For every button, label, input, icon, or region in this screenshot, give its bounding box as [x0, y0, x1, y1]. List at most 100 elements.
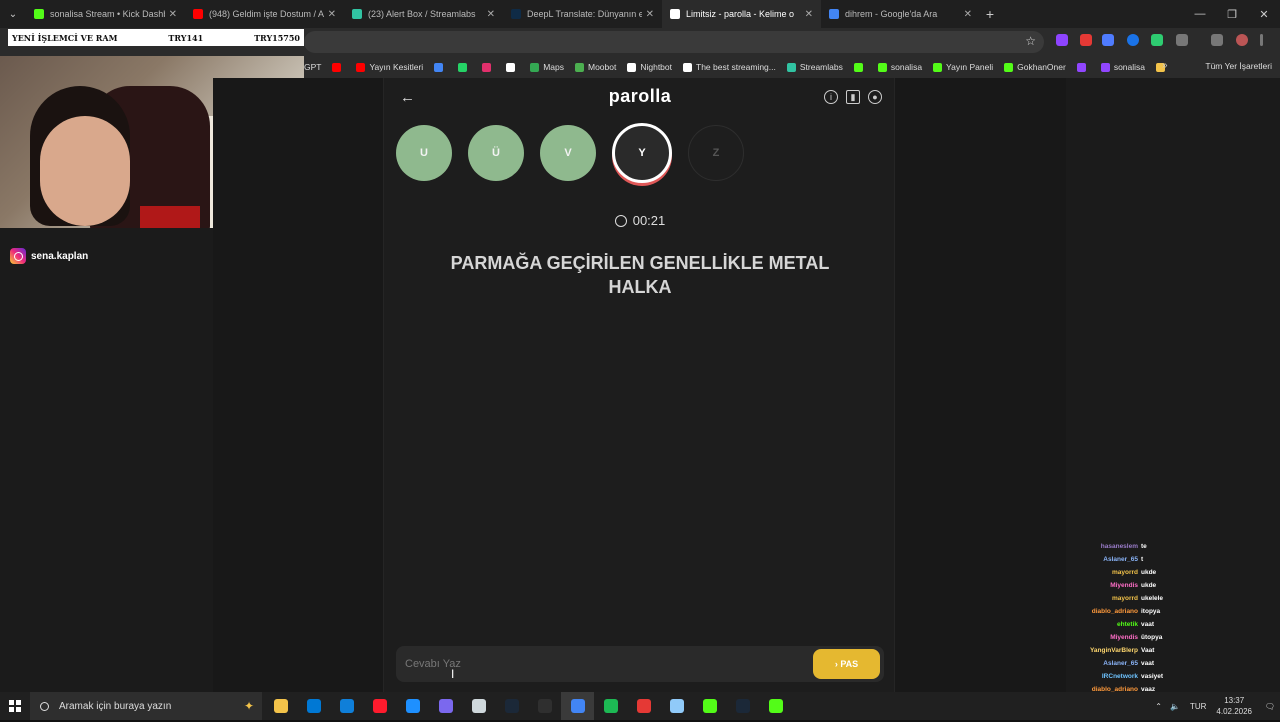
copilot-sparkle-icon[interactable]: ✦	[244, 699, 254, 713]
taskbar-app[interactable]	[594, 692, 627, 720]
bookmark-item[interactable]	[1076, 62, 1090, 72]
browser-tab[interactable]: (23) Alert Box / Streamlabs ✕	[344, 0, 503, 28]
bookmark-item[interactable]: GokhanOner	[1004, 62, 1066, 72]
close-icon[interactable]: ✕	[1248, 8, 1280, 21]
bookmark-star-icon[interactable]: ☆	[1025, 34, 1036, 48]
bookmark-item[interactable]: The best streaming...	[683, 62, 776, 72]
chat-username[interactable]: Miyendis	[1086, 634, 1138, 641]
bookmark-item[interactable]: GPT	[304, 62, 321, 72]
taskbar-app[interactable]	[264, 692, 297, 720]
tab-favicon-icon	[511, 9, 521, 19]
windows-start-button[interactable]	[0, 692, 30, 720]
chat-username[interactable]: Miyendis	[1086, 582, 1138, 589]
omnibox[interactable]: ☆	[304, 31, 1044, 53]
bookmark-item[interactable]	[332, 62, 345, 72]
profile-avatar-icon[interactable]	[1236, 34, 1248, 46]
bookmark-item[interactable]: sonalisa	[877, 62, 922, 72]
taskbar-app[interactable]	[429, 692, 462, 720]
bookmark-favicon-icon	[877, 62, 887, 72]
minimize-icon[interactable]: —	[1184, 8, 1216, 20]
tab-close-icon[interactable]: ✕	[169, 9, 177, 20]
bookmark-item[interactable]: Yayın Paneli	[933, 62, 993, 72]
taskbar-app[interactable]	[528, 692, 561, 720]
menu-kebab-icon[interactable]	[1260, 34, 1263, 46]
extension-icon[interactable]	[1151, 34, 1163, 46]
bookmark-item[interactable]: Streamlabs	[786, 62, 843, 72]
taskbar-app[interactable]	[693, 692, 726, 720]
taskbar-app[interactable]	[330, 692, 363, 720]
tab-close-icon[interactable]: ✕	[805, 9, 813, 20]
chat-username[interactable]: Aslaner_65	[1086, 556, 1138, 563]
extension-icon[interactable]	[1056, 34, 1068, 46]
pass-button[interactable]: › PAS	[813, 649, 880, 679]
taskbar-app[interactable]	[759, 692, 792, 720]
volume-icon[interactable]: 🔈	[1170, 702, 1180, 711]
chat-username[interactable]: Aslaner_65	[1086, 660, 1138, 667]
taskbar-app[interactable]	[396, 692, 429, 720]
letter-track: UÜVYZ	[396, 123, 744, 183]
browser-tab[interactable]: (948) Geldim işte Dostum / Aslı ✕	[185, 0, 344, 28]
system-clock[interactable]: 13:37 4.02.2026	[1216, 695, 1252, 717]
tab-close-icon[interactable]: ✕	[328, 9, 336, 20]
chat-username[interactable]: YanginVarBlerp	[1086, 647, 1138, 654]
browser-tab[interactable]: Limitsiz - parolla - Kelime o ✕	[662, 0, 821, 28]
clock-icon	[614, 215, 627, 227]
profile-icon[interactable]: ●	[868, 90, 882, 104]
extension-icon[interactable]	[1102, 34, 1114, 46]
chat-username[interactable]: hasaneslem	[1086, 543, 1138, 550]
bookmark-favicon-icon	[530, 62, 540, 72]
taskbar-app[interactable]	[627, 692, 660, 720]
answer-input[interactable]	[405, 654, 805, 674]
input-language[interactable]: TUR	[1190, 702, 1206, 711]
goal-title: YENİ İŞLEMCİ VE RAM	[12, 32, 118, 43]
bookmarks-overflow-icon[interactable]: »	[1162, 60, 1168, 71]
chat-text: Vaat	[1141, 647, 1155, 654]
tab-search-icon[interactable]: ⌄	[0, 9, 26, 20]
leaderboard-icon[interactable]: ▮	[846, 90, 860, 104]
tray-expand-icon[interactable]: ⌃	[1155, 702, 1162, 711]
chat-username[interactable]: mayorrd	[1086, 595, 1138, 602]
bookmark-item[interactable]	[434, 62, 447, 72]
chat-username[interactable]: diablo_adriano	[1086, 608, 1138, 615]
taskbar-app[interactable]	[462, 692, 495, 720]
bookmark-item[interactable]: Moobot	[574, 62, 616, 72]
tab-close-icon[interactable]: ✕	[964, 9, 972, 20]
chat-username[interactable]: mayorrd	[1086, 569, 1138, 576]
bookmark-item[interactable]: sonalisa	[1100, 62, 1145, 72]
restore-icon[interactable]: ❐	[1216, 8, 1248, 21]
new-tab-button[interactable]: +	[980, 6, 1000, 22]
all-bookmarks-link[interactable]: Tüm Yer İşaretleri	[1205, 61, 1272, 71]
bookmark-item[interactable]	[482, 62, 495, 72]
browser-tab[interactable]: DeepL Translate: Dünyanın en i ✕	[503, 0, 662, 28]
taskbar-app[interactable]	[363, 692, 396, 720]
taskbar-app[interactable]	[297, 692, 330, 720]
taskbar-app[interactable]	[660, 692, 693, 720]
chat-username[interactable]: ehtetik	[1086, 621, 1138, 628]
bookmark-item[interactable]: Yayın Kesitleri	[356, 62, 423, 72]
notifications-icon[interactable]: 🗨	[1260, 702, 1280, 711]
bookmark-item[interactable]	[853, 62, 867, 72]
tab-close-icon[interactable]: ✕	[646, 9, 654, 20]
chat-text: ütopya	[1141, 634, 1163, 641]
bookmark-item[interactable]: Nightbot	[627, 62, 672, 72]
taskbar-app-icon	[372, 699, 387, 713]
bookmark-item[interactable]	[506, 62, 519, 72]
info-icon[interactable]: i	[824, 90, 838, 104]
extensions-puzzle-icon[interactable]	[1176, 34, 1188, 46]
bookmark-item[interactable]	[458, 62, 471, 72]
taskbar-app[interactable]	[561, 692, 594, 720]
goal-target: TRY15750	[254, 32, 300, 43]
chat-username[interactable]: IRCnetwork	[1086, 673, 1138, 680]
reading-list-icon[interactable]	[1211, 34, 1223, 46]
extension-icon[interactable]	[1127, 34, 1139, 46]
tab-title: dihrem - Google'da Ara	[845, 9, 938, 19]
taskbar-app[interactable]	[495, 692, 528, 720]
bookmark-item[interactable]: Maps	[530, 62, 564, 72]
taskbar-search-placeholder: Aramak için buraya yazın	[59, 700, 172, 712]
taskbar-search[interactable]: Aramak için buraya yazın ✦	[30, 692, 262, 720]
browser-tab[interactable]: sonalisa Stream • Kick Dashboa ✕	[26, 0, 185, 28]
taskbar-app[interactable]	[726, 692, 759, 720]
browser-tab[interactable]: dihrem - Google'da Ara ✕	[821, 0, 980, 28]
extension-icon[interactable]	[1080, 34, 1092, 46]
tab-close-icon[interactable]: ✕	[487, 9, 495, 20]
